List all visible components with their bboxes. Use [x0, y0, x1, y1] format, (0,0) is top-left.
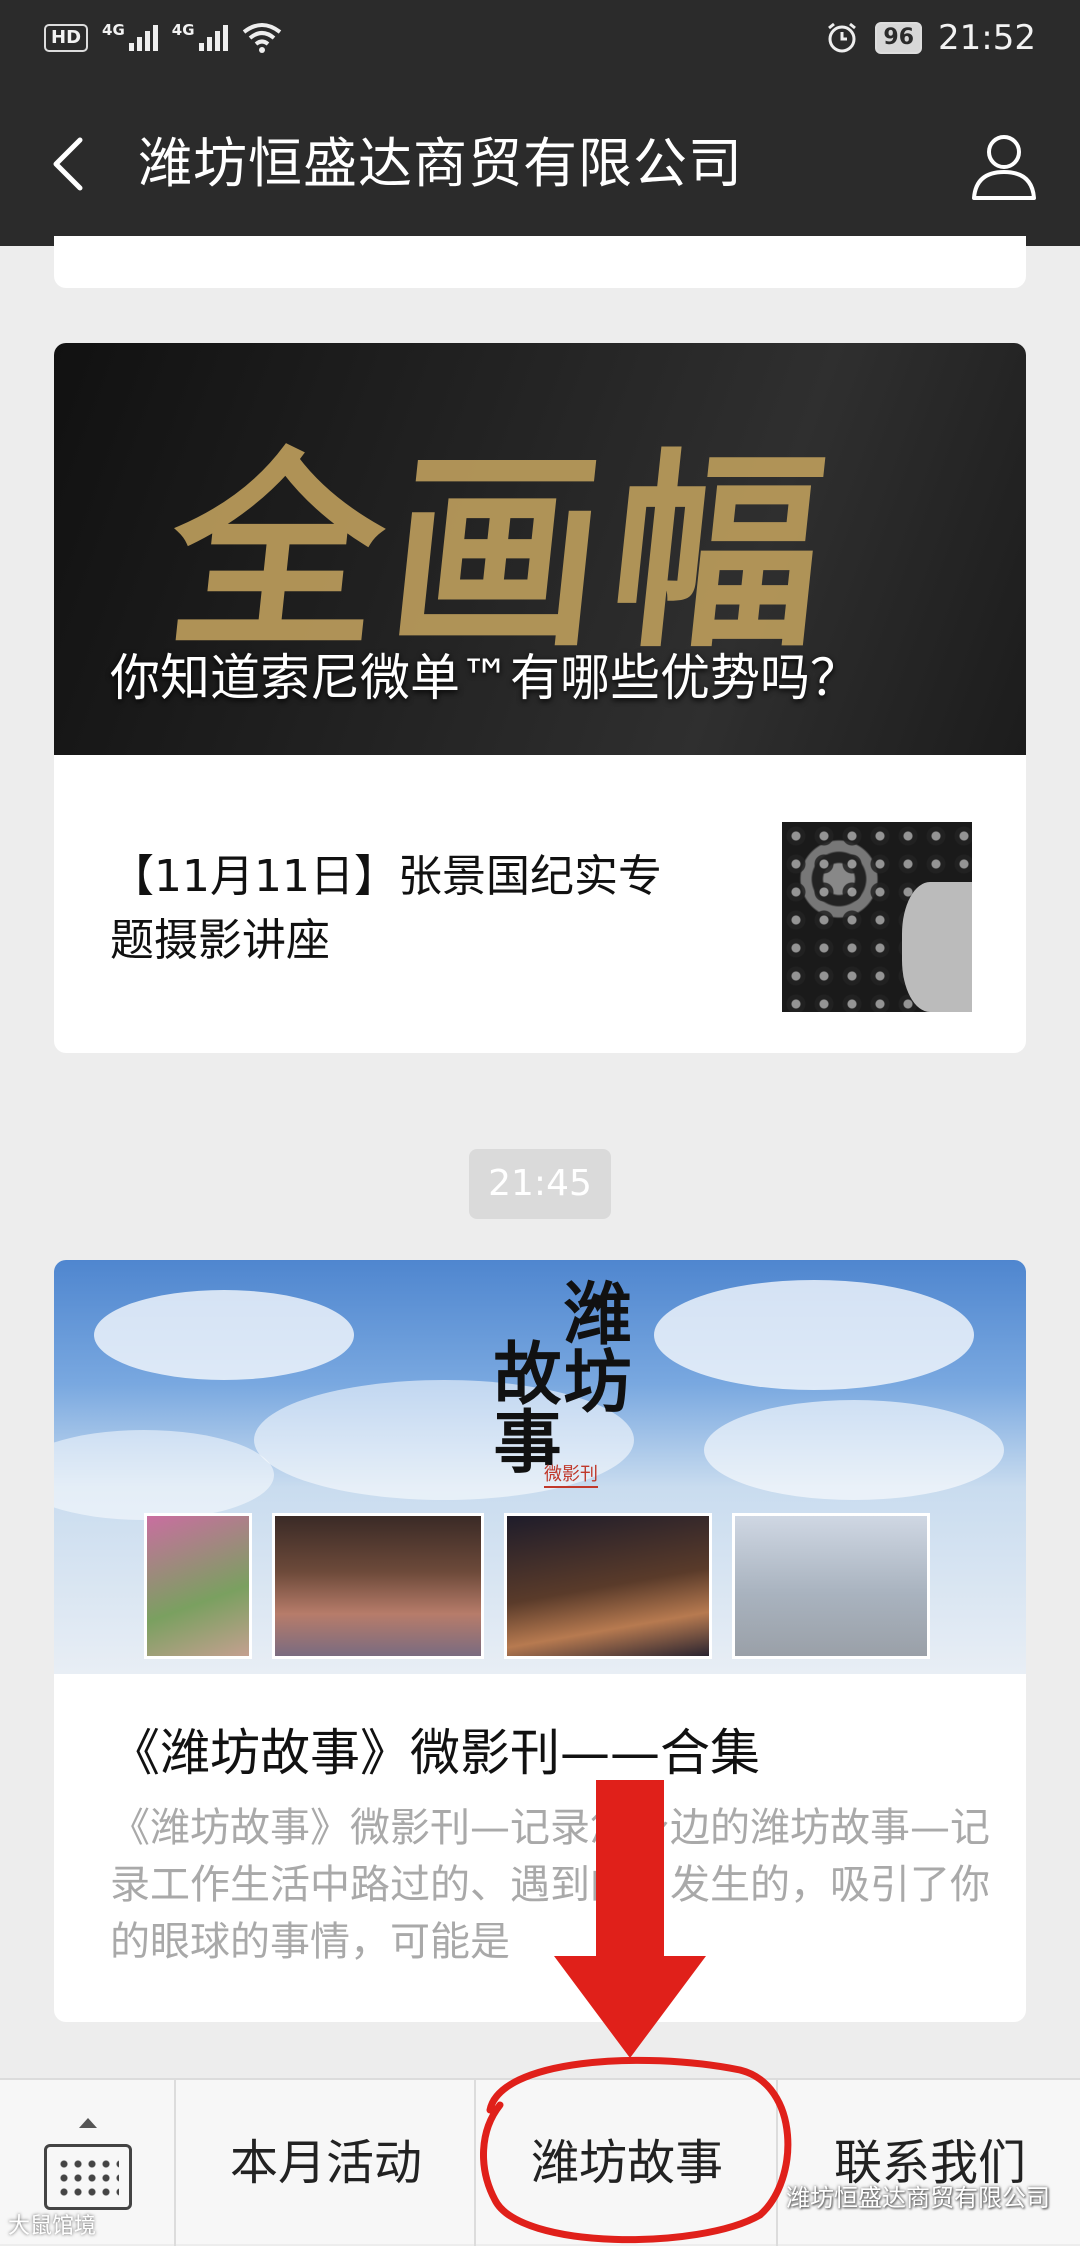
cover-photo-3: [504, 1513, 712, 1659]
cover-caption: 你知道索尼微单™有哪些优势吗？: [110, 649, 860, 707]
article-description: 《潍坊故事》微影刊—记录您身边的潍坊故事—记录工作生活中路过的、遇到的、发生的，…: [110, 1805, 990, 1965]
keyboard-icon: [44, 2144, 132, 2210]
article-card-2[interactable]: 潍坊 故事 微影刊 《潍坊故事》微影刊——合集 《潍坊故事》微影刊—记录您身边的…: [54, 1260, 1026, 2022]
corner-watermark: 大鼠馆境: [8, 2214, 97, 2239]
previous-article-card[interactable]: [54, 236, 1026, 288]
article-thumbnail: [782, 822, 972, 1012]
cover-calligraphy: 全画幅: [159, 429, 846, 676]
cover-photo-1: [144, 1513, 252, 1659]
profile-icon[interactable]: [968, 130, 1040, 202]
wifi-icon: [242, 23, 281, 53]
cover-title-line2: 故事: [481, 1338, 561, 1474]
hd-badge: HD: [44, 24, 89, 52]
menu-tab-monthly-events[interactable]: 本月活动: [178, 2080, 476, 2246]
article-item[interactable]: 【11月11日】张景国纪实专题摄影讲座: [54, 755, 1026, 1053]
signal-icon-2: 4G: [172, 21, 228, 51]
article-cover[interactable]: 全画幅 你知道索尼微单™有哪些优势吗？: [54, 343, 1026, 755]
article-card[interactable]: 全画幅 你知道索尼微单™有哪些优势吗？ 【11月11日】张景国纪实专题摄影讲座: [54, 343, 1026, 1053]
cover-photo-2: [272, 1513, 484, 1659]
article-cover-2[interactable]: 潍坊 故事 微影刊: [54, 1260, 1026, 1674]
article-item-title: 【11月11日】张景国纪实专题摄影讲座: [110, 851, 662, 966]
battery-indicator: 96: [875, 22, 923, 54]
message-timestamp: 21:45: [469, 1149, 611, 1219]
menu-tab-weifang-stories[interactable]: 潍坊故事: [478, 2080, 778, 2246]
watermark-text: 潍坊恒盛达商贸有限公司: [786, 2184, 1050, 2212]
alarm-icon: [828, 22, 857, 53]
status-bar: HD 4G 4G 96 21:52: [0, 0, 1080, 84]
cover-photo-4: [732, 1513, 930, 1659]
signal-icon: 4G: [102, 21, 158, 51]
back-arrow-icon[interactable]: [44, 134, 104, 194]
expand-arrow-icon: [79, 2118, 97, 2128]
page-title: 潍坊恒盛达商贸有限公司: [138, 132, 743, 195]
menu-tab-contact-us[interactable]: 联系我们: [780, 2080, 1080, 2246]
cover-subtitle: 微影刊: [544, 1460, 598, 1488]
clock: 21:52: [938, 18, 1036, 58]
bottom-menu-bar: 本月活动 潍坊故事 联系我们 潍坊恒盛达商贸有限公司: [0, 2078, 1080, 2246]
article-title: 《潍坊故事》微影刊——合集: [110, 1724, 760, 1782]
title-bar: 潍坊恒盛达商贸有限公司: [0, 84, 1080, 246]
